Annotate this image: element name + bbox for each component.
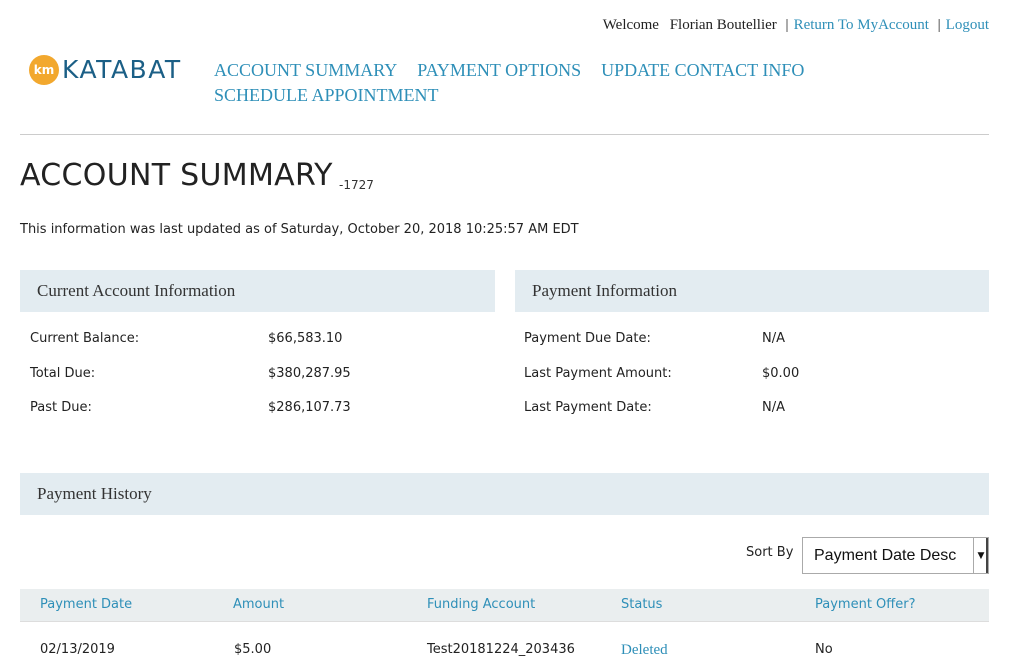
table-row: 02/13/2019 $5.00 Test20181224_203436 Del… [20,621,989,671]
column-header-payment-date[interactable]: Payment Date [40,589,132,621]
cell-payment-date: 02/13/2019 [40,642,115,657]
sort-by-select[interactable]: Payment Date Desc ▼ [802,537,989,574]
payment-due-date-value: N/A [762,331,785,346]
last-payment-date-value: N/A [762,400,785,415]
logout-link[interactable]: Logout [946,17,989,33]
total-due-label: Total Due: [30,366,96,381]
user-name: Florian Boutellier [669,17,777,33]
payment-history-table-header: Payment Date Amount Funding Account Stat… [20,589,989,621]
total-due-value: $380,287.95 [268,366,351,381]
user-bar: Welcome Florian Boutellier | Return To My… [603,17,989,34]
last-payment-amount-label: Last Payment Amount: [524,366,672,381]
past-due-label: Past Due: [30,400,92,415]
current-balance-label: Current Balance: [30,331,140,346]
logo[interactable]: km KATABAT [29,55,182,85]
welcome-text: Welcome [602,17,659,33]
nav-account-summary[interactable]: ACCOUNT SUMMARY [214,60,397,81]
page-title: ACCOUNT SUMMARY [20,158,333,193]
current-account-heading: Current Account Information [20,270,495,312]
header-divider [20,134,989,135]
column-header-payment-offer[interactable]: Payment Offer? [815,589,915,621]
cell-funding-account: Test20181224_203436 [427,642,575,657]
separator: | [785,17,789,33]
account-number-suffix: -1727 [339,178,374,192]
sort-by-value: Payment Date Desc [814,546,957,564]
column-header-funding-account[interactable]: Funding Account [427,589,535,621]
sort-by-label: Sort By [746,545,794,560]
column-header-amount[interactable]: Amount [233,589,284,621]
cell-payment-offer: No [815,642,833,657]
main-nav: ACCOUNT SUMMARY PAYMENT OPTIONS UPDATE C… [214,58,814,108]
cell-amount: $5.00 [234,642,272,657]
payment-due-date-label: Payment Due Date: [524,331,651,346]
last-payment-amount-value: $0.00 [762,366,800,381]
payment-history-heading: Payment History [20,473,989,515]
logo-text: KATABAT [62,55,182,84]
nav-payment-options[interactable]: PAYMENT OPTIONS [417,60,581,81]
current-balance-value: $66,583.10 [268,331,343,346]
last-payment-date-label: Last Payment Date: [524,400,652,415]
cell-status[interactable]: Deleted [621,622,668,671]
column-header-status[interactable]: Status [621,589,662,621]
nav-update-contact-info[interactable]: UPDATE CONTACT INFO [601,60,804,81]
last-updated-text: This information was last updated as of … [20,222,579,237]
past-due-value: $286,107.73 [268,400,351,415]
payment-information-heading: Payment Information [515,270,989,312]
return-to-myaccount-link[interactable]: Return To MyAccount [794,17,929,33]
separator: | [937,17,941,33]
logo-mark-icon: km [29,55,59,85]
nav-schedule-appointment[interactable]: SCHEDULE APPOINTMENT [214,85,439,106]
chevron-down-icon[interactable]: ▼ [973,538,988,573]
